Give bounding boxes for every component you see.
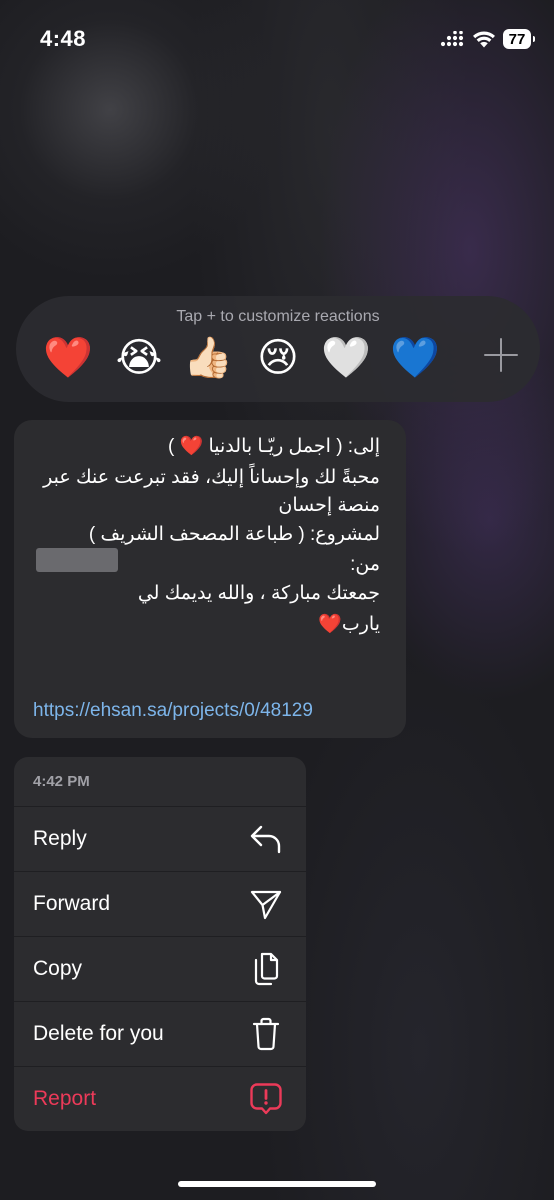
status-time: 4:48	[40, 26, 87, 51]
paper-plane-icon	[248, 886, 284, 922]
plus-icon[interactable]	[484, 338, 518, 372]
thumbs-up-icon[interactable]: 👍🏻	[182, 332, 234, 384]
menu-item-label: Copy	[33, 957, 83, 980]
message-link[interactable]: https://ehsan.sa/projects/0/48129	[33, 700, 313, 722]
home-indicator[interactable]	[178, 1181, 376, 1187]
reply-arrow-icon	[248, 821, 284, 857]
menu-item-label: Report	[33, 1087, 97, 1110]
battery-indicator: 77	[503, 29, 535, 49]
wifi-icon	[473, 31, 495, 48]
redacted-sender-name	[36, 548, 118, 572]
message-line: يارب❤️	[318, 614, 380, 635]
reaction-picker: Tap + to customize reactions ❤️ 😭 👍🏻 😢 🤍…	[16, 296, 540, 402]
copy-button[interactable]: Copy	[14, 937, 306, 1001]
crying-face-icon[interactable]: 😢	[252, 332, 304, 384]
message-line: محبةً لك وإحساناً إليك، فقد تبرعت عنك عب…	[43, 467, 380, 488]
loudly-crying-face-icon[interactable]: 😭	[113, 332, 165, 384]
cellular-signal-icon	[440, 31, 464, 47]
trash-icon	[248, 1016, 284, 1052]
message-line: منصة إحسان	[278, 495, 380, 516]
message-timestamp: 4:42 PM	[33, 773, 90, 790]
copy-icon	[248, 951, 284, 987]
report-button[interactable]: Report	[14, 1067, 306, 1131]
message-line: لمشروع: ( طباعة المصحف الشريف )	[88, 524, 380, 545]
message-line: جمعتك مباركة ، والله يديمك لي	[137, 583, 380, 604]
blue-heart-icon[interactable]: 💙	[389, 332, 441, 384]
menu-item-label: Reply	[33, 827, 87, 850]
message-line: من:	[350, 554, 380, 575]
status-bar: 4:48 77	[0, 0, 554, 80]
menu-item-label: Forward	[33, 892, 111, 915]
white-heart-icon[interactable]: 🤍	[320, 332, 372, 384]
message-bubble[interactable]: إلى: ( اجمل ريّـا بالدنيا ❤️ ) محبةً لك …	[14, 420, 406, 738]
report-alert-icon	[248, 1081, 284, 1117]
delete-for-you-button[interactable]: Delete for you	[14, 1002, 306, 1066]
context-menu: 4:42 PM Reply Forward Copy Delete for yo…	[14, 757, 306, 1131]
reactions-hint: Tap + to customize reactions	[176, 308, 380, 325]
forward-button[interactable]: Forward	[14, 872, 306, 936]
message-line: إلى: ( اجمل ريّـا بالدنيا ❤️ )	[167, 436, 380, 457]
menu-item-label: Delete for you	[33, 1022, 164, 1045]
reply-button[interactable]: Reply	[14, 807, 306, 871]
red-heart-icon[interactable]: ❤️	[42, 332, 94, 384]
